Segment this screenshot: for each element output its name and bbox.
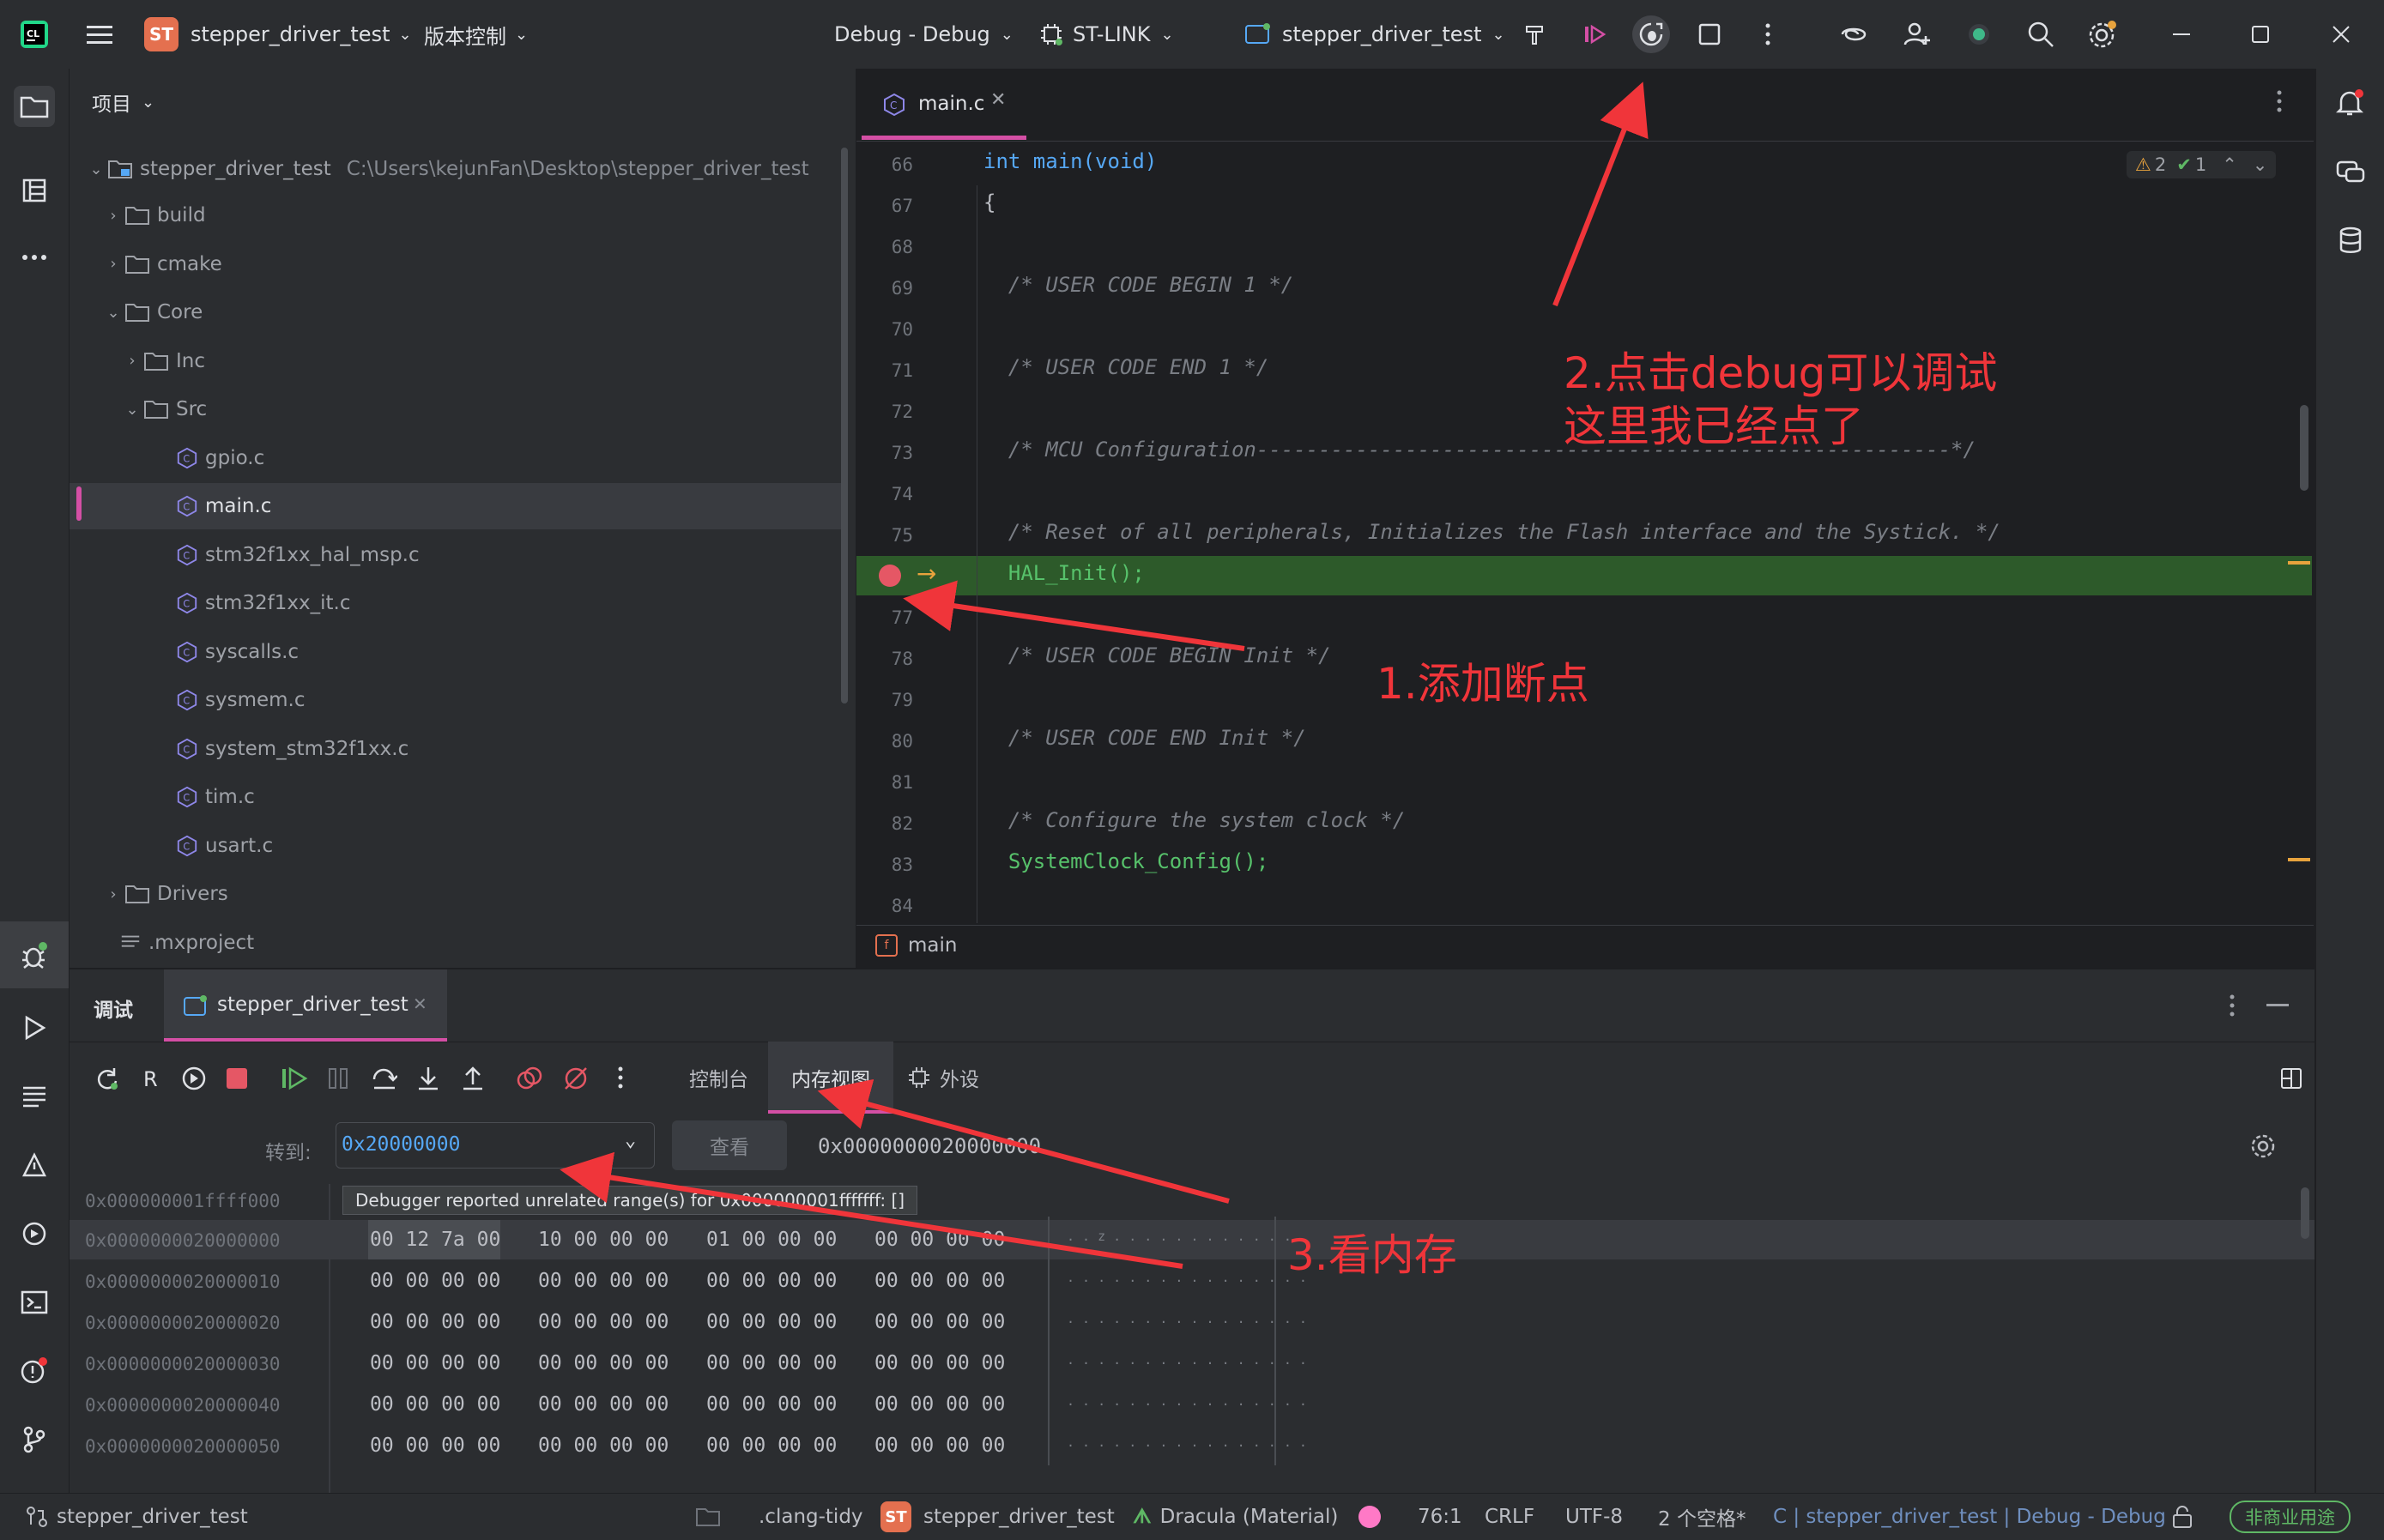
- annotation-step2-line2: 这里我已经点了: [1564, 402, 1864, 451]
- arrow-to-debug-button: [1552, 82, 1649, 307]
- annotation-step1: 1.添加断点: [1377, 659, 1589, 709]
- annotation-step3: 3.看内存: [1287, 1230, 1457, 1280]
- annotation-step2-line1: 2.点击debug可以调试: [1564, 348, 1998, 398]
- arrow-to-goto-input: [560, 1151, 1183, 1269]
- annotation-arrows: [560, 82, 1649, 1269]
- arrow-to-memory-tab: [817, 1078, 1230, 1204]
- arrow-to-breakpoint: [903, 580, 1245, 651]
